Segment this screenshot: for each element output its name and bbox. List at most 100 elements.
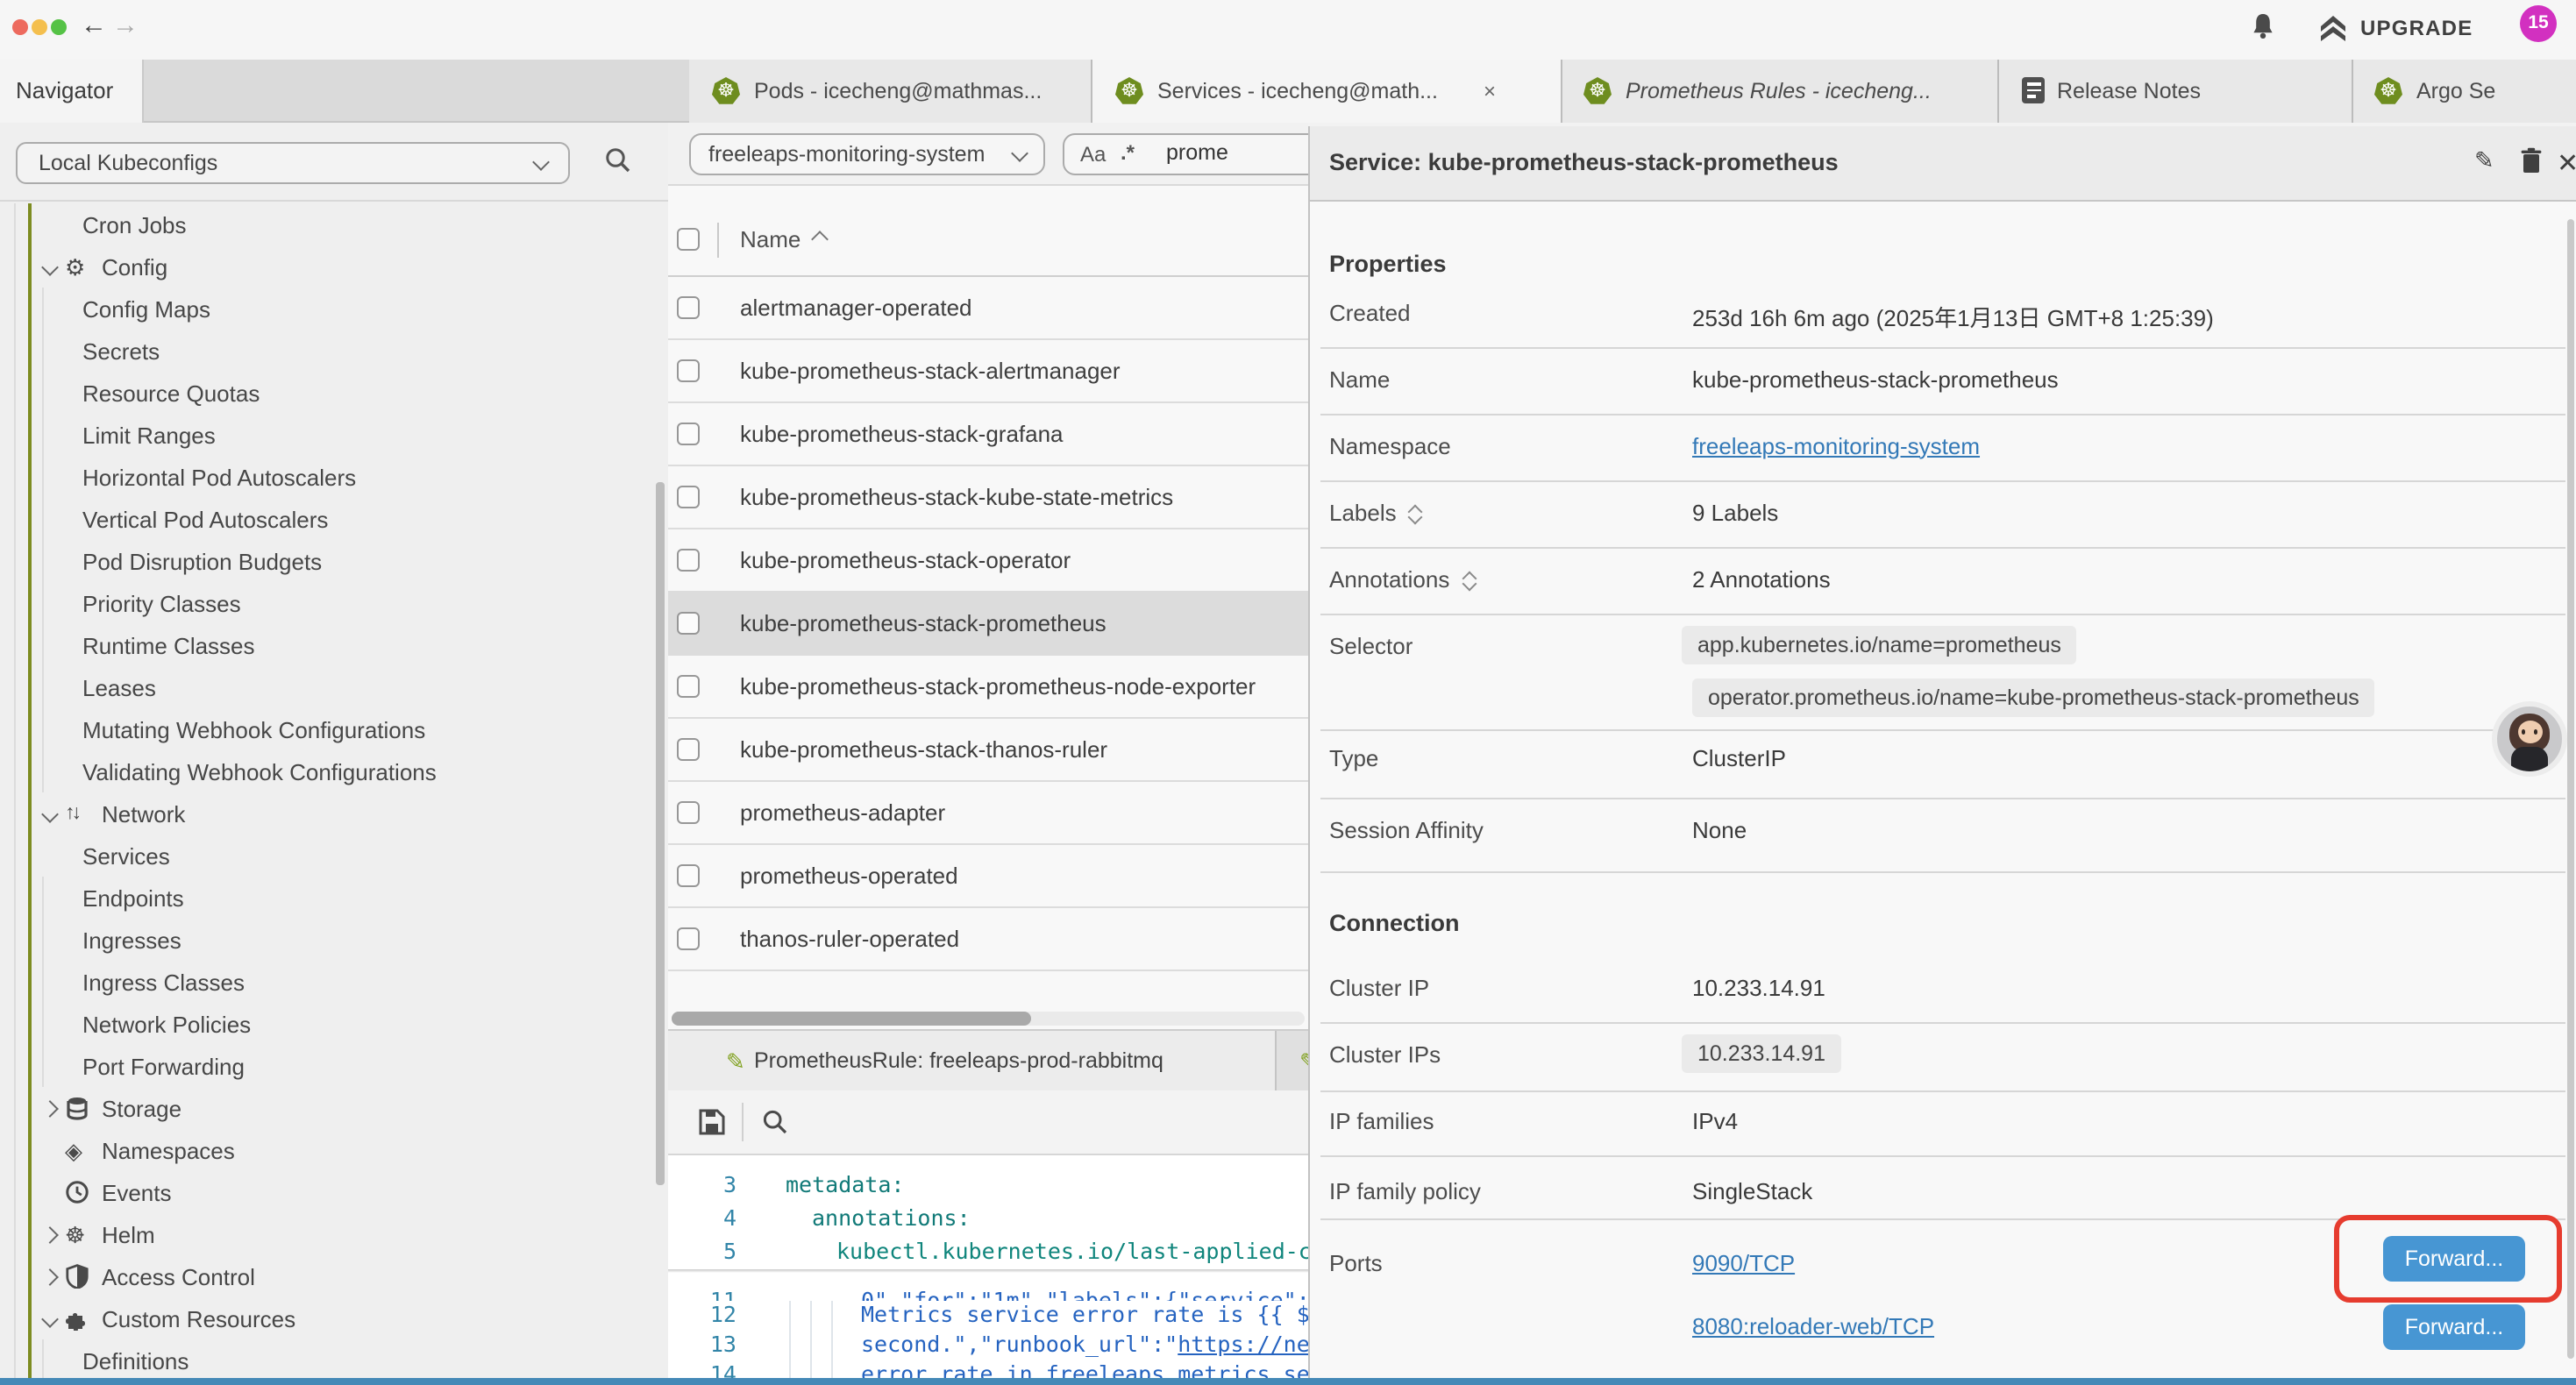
- row-checkbox[interactable]: [676, 296, 699, 319]
- edit-pencil-icon[interactable]: ✎: [2474, 146, 2494, 174]
- yaml-editor[interactable]: 3 metadata: 4 annotations: 5 kubectl.kub…: [668, 1155, 1308, 1378]
- tree-item[interactable]: Pod Disruption Budgets: [0, 540, 668, 582]
- tree-item[interactable]: Secrets: [0, 330, 668, 372]
- port-link-8080[interactable]: 8080:reloader-web/TCP: [1692, 1312, 1934, 1339]
- tab-prometheus-rules[interactable]: ☸ Prometheus Rules - icecheng...: [1562, 60, 1999, 123]
- match-case-icon[interactable]: Aa: [1080, 142, 1106, 167]
- chevron-down-icon[interactable]: [44, 798, 65, 829]
- row-checkbox[interactable]: [676, 549, 699, 572]
- minimize-window-button[interactable]: [32, 18, 47, 34]
- tree-item[interactable]: Storage: [0, 1087, 668, 1129]
- tree-item[interactable]: Validating Webhook Configurations: [0, 750, 668, 792]
- tab-pods[interactable]: ☸ Pods - icecheng@mathmas...: [689, 60, 1092, 123]
- table-row[interactable]: kube-prometheus-stack-kube-state-metrics: [668, 466, 1308, 529]
- tree-item[interactable]: Runtime Classes: [0, 624, 668, 666]
- tree-item[interactable]: Vertical Pod Autoscalers: [0, 498, 668, 540]
- maximize-window-button[interactable]: [51, 18, 67, 34]
- table-row[interactable]: kube-prometheus-stack-prometheus-node-ex…: [668, 656, 1308, 719]
- tree-item[interactable]: Ingresses: [0, 919, 668, 961]
- select-all-checkbox[interactable]: [676, 228, 699, 251]
- search-icon[interactable]: [761, 1108, 789, 1136]
- namespace-link[interactable]: freeleaps-monitoring-system: [1692, 432, 1980, 458]
- tree-item[interactable]: Cron Jobs: [0, 203, 668, 245]
- name-column-header[interactable]: Name: [740, 226, 801, 252]
- row-checkbox[interactable]: [676, 864, 699, 887]
- close-icon[interactable]: ✕: [2557, 146, 2576, 178]
- upgrade-label[interactable]: UPGRADE: [2360, 16, 2473, 40]
- tree-item[interactable]: Custom Resources: [0, 1297, 668, 1339]
- table-row[interactable]: kube-prometheus-stack-thanos-ruler: [668, 719, 1308, 782]
- runbook-url-link[interactable]: https://net: [1178, 1331, 1308, 1357]
- search-filter-box[interactable]: Aa .*: [1063, 133, 1308, 175]
- row-checkbox[interactable]: [676, 738, 699, 761]
- forward-arrow-icon[interactable]: →: [112, 11, 139, 40]
- regex-icon[interactable]: .*: [1121, 140, 1135, 165]
- tree-item[interactable]: Mutating Webhook Configurations: [0, 708, 668, 750]
- save-icon[interactable]: [698, 1108, 726, 1136]
- tree-item[interactable]: Events: [0, 1171, 668, 1213]
- tree-item[interactable]: Ingress Classes: [0, 961, 668, 1003]
- port-link-9090[interactable]: 9090/TCP: [1692, 1249, 1795, 1275]
- table-row[interactable]: prometheus-operated: [668, 845, 1308, 908]
- row-checkbox[interactable]: [676, 675, 699, 698]
- chevron-right-icon[interactable]: [44, 1218, 65, 1250]
- search-input[interactable]: [1163, 138, 1308, 167]
- avatar[interactable]: [2492, 701, 2567, 777]
- expand-collapse-icon[interactable]: [1460, 567, 1477, 590]
- table-horizontal-scrollbar[interactable]: [672, 1012, 1305, 1026]
- namespace-select[interactable]: freeleaps-monitoring-system: [689, 133, 1045, 175]
- table-row[interactable]: kube-prometheus-stack-alertmanager: [668, 340, 1308, 403]
- chevron-right-icon[interactable]: [44, 1092, 65, 1124]
- expand-collapse-icon[interactable]: [1407, 501, 1425, 523]
- sort-ascending-icon[interactable]: [811, 231, 829, 248]
- tree-item[interactable]: Limit Ranges: [0, 414, 668, 456]
- tree-item[interactable]: Services: [0, 835, 668, 877]
- sidebar-scrollbar[interactable]: [656, 482, 664, 1185]
- tree-item[interactable]: ⚙ Config: [0, 245, 668, 288]
- chevron-right-icon[interactable]: [44, 1261, 65, 1292]
- kubeconfig-select[interactable]: Local Kubeconfigs: [16, 142, 570, 184]
- tree-item[interactable]: Access Control: [0, 1255, 668, 1297]
- tab-argo[interactable]: ☸ Argo Se: [2353, 60, 2576, 123]
- row-checkbox[interactable]: [676, 612, 699, 635]
- tree-item[interactable]: ◈ Namespaces: [0, 1129, 668, 1171]
- column-divider[interactable]: [717, 223, 719, 258]
- table-row[interactable]: kube-prometheus-stack-grafana: [668, 403, 1308, 466]
- chevron-down-icon[interactable]: [44, 1303, 65, 1334]
- chevron-down-icon[interactable]: [44, 251, 65, 282]
- tree-item[interactable]: Horizontal Pod Autoscalers: [0, 456, 668, 498]
- tree-item[interactable]: ↑↓ Network: [0, 792, 668, 835]
- tree-item[interactable]: Port Forwarding: [0, 1045, 668, 1087]
- table-row[interactable]: alertmanager-operated: [668, 277, 1308, 340]
- tree-item[interactable]: Resource Quotas: [0, 372, 668, 414]
- table-row[interactable]: kube-prometheus-stack-operator: [668, 529, 1308, 593]
- table-row[interactable]: prometheus-adapter: [668, 782, 1308, 845]
- notification-badge[interactable]: 15: [2520, 5, 2557, 42]
- tree-item[interactable]: ☸ Helm: [0, 1213, 668, 1255]
- table-row[interactable]: kube-prometheus-stack-prometheus: [668, 593, 1308, 656]
- tab-navigator[interactable]: Navigator: [0, 60, 144, 123]
- tree-item[interactable]: Definitions: [0, 1339, 668, 1381]
- trash-icon[interactable]: [2520, 146, 2543, 173]
- row-checkbox[interactable]: [676, 486, 699, 508]
- close-tab-icon[interactable]: ×: [1484, 79, 1496, 103]
- close-window-button[interactable]: [12, 18, 28, 34]
- table-row[interactable]: thanos-ruler-operated: [668, 908, 1308, 971]
- tree-item[interactable]: Endpoints: [0, 877, 668, 919]
- search-icon[interactable]: [603, 146, 633, 175]
- drawer-scrollbar[interactable]: [2567, 219, 2573, 1359]
- row-checkbox[interactable]: [676, 927, 699, 950]
- forward-button-8080[interactable]: Forward...: [2383, 1304, 2525, 1350]
- row-checkbox[interactable]: [676, 359, 699, 382]
- upgrade-icon[interactable]: [2318, 14, 2348, 44]
- row-checkbox[interactable]: [676, 423, 699, 445]
- bell-icon[interactable]: [2250, 12, 2276, 42]
- tree-item[interactable]: Network Policies: [0, 1003, 668, 1045]
- labels-value[interactable]: 9 Labels: [1692, 499, 1778, 525]
- row-checkbox[interactable]: [676, 801, 699, 824]
- editor-tab-prometheusrule[interactable]: ✎ PrometheusRule: freeleaps-prod-rabbitm…: [668, 1031, 1277, 1092]
- annotations-value[interactable]: 2 Annotations: [1692, 565, 1831, 592]
- tree-item[interactable]: Priority Classes: [0, 582, 668, 624]
- back-arrow-icon[interactable]: ←: [81, 11, 107, 40]
- tree-item[interactable]: Config Maps: [0, 288, 668, 330]
